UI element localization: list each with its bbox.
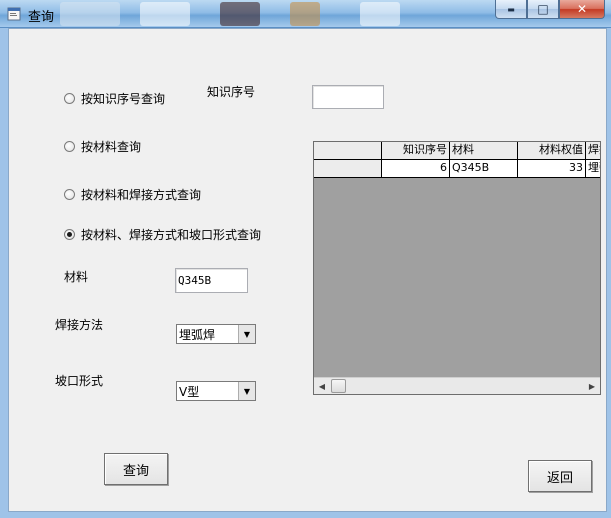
grid-header-material[interactable]: 材料 <box>450 142 518 160</box>
back-button[interactable]: 返回 <box>528 460 592 492</box>
weld-method-select[interactable]: 埋弧焊 ▼ <box>176 324 256 344</box>
chevron-down-icon[interactable]: ▼ <box>238 382 255 400</box>
grid-cell[interactable]: 6 <box>382 160 450 178</box>
radio-indicator[interactable] <box>64 229 75 240</box>
table-row[interactable]: 6 Q345B 33 埋弧 <box>314 160 600 178</box>
results-grid[interactable]: 知识序号 材料 材料权值 焊接 6 Q345B 33 埋弧 ◀ ▶ <box>313 141 601 395</box>
radio-label: 按知识序号查询 <box>81 92 166 106</box>
radio-by-material-weld-groove[interactable]: 按材料、焊接方式和坡口形式查询 <box>64 226 261 243</box>
maximize-icon: □ <box>537 2 549 16</box>
radio-by-knowledge-no[interactable]: 按知识序号查询 <box>64 90 165 107</box>
app-icon <box>7 7 21 21</box>
maximize-button[interactable]: □ <box>527 0 559 19</box>
radio-indicator[interactable] <box>64 141 75 152</box>
window-frame-left <box>0 28 8 518</box>
close-button[interactable]: ✕ <box>559 0 605 19</box>
groove-form-value: V型 <box>179 384 200 399</box>
horizontal-scrollbar[interactable]: ◀ ▶ <box>314 377 600 394</box>
close-icon: ✕ <box>576 2 588 16</box>
grid-row-header[interactable] <box>314 160 382 178</box>
material-label: 材料 <box>64 270 89 284</box>
grid-cell[interactable]: Q345B <box>450 160 518 178</box>
knowledge-no-label: 知识序号 <box>207 85 256 99</box>
radio-indicator[interactable] <box>64 189 75 200</box>
radio-label: 按材料和焊接方式查询 <box>81 188 202 202</box>
scrollbar-thumb[interactable] <box>331 379 346 393</box>
chevron-down-icon[interactable]: ▼ <box>238 325 255 343</box>
weld-method-label: 焊接方法 <box>55 318 104 332</box>
grid-header-material-weight[interactable]: 材料权值 <box>518 142 586 160</box>
radio-by-material[interactable]: 按材料查询 <box>64 138 141 155</box>
grid-header-row: 知识序号 材料 材料权值 焊接 <box>314 142 600 160</box>
knowledge-no-input[interactable] <box>312 85 384 109</box>
titlebar-decoration <box>360 2 400 26</box>
minimize-icon: ▬ <box>507 4 515 14</box>
window-title: 查询 <box>28 10 55 25</box>
groove-form-label: 坡口形式 <box>55 374 104 388</box>
window-controls: ▬ □ ✕ <box>495 0 605 20</box>
query-button[interactable]: 查询 <box>104 453 168 485</box>
titlebar-decoration <box>290 2 320 26</box>
grid-corner-cell <box>314 142 382 160</box>
scroll-right-icon[interactable]: ▶ <box>584 378 600 394</box>
weld-method-value: 埋弧焊 <box>179 327 216 342</box>
titlebar-decoration <box>140 2 190 26</box>
scroll-left-icon[interactable]: ◀ <box>314 378 330 394</box>
titlebar-decoration <box>60 2 120 26</box>
minimize-button[interactable]: ▬ <box>495 0 527 19</box>
grid-header-weld[interactable]: 焊接 <box>586 142 600 160</box>
material-input[interactable]: Q345B <box>175 268 248 293</box>
title-bar: 查询 ▬ □ ✕ <box>0 0 611 28</box>
radio-label: 按材料查询 <box>81 140 142 154</box>
grid-header-knowledge-no[interactable]: 知识序号 <box>382 142 450 160</box>
grid-cell[interactable]: 埋弧 <box>586 160 600 178</box>
grid-cell[interactable]: 33 <box>518 160 586 178</box>
groove-form-select[interactable]: V型 ▼ <box>176 381 256 401</box>
titlebar-decoration <box>220 2 260 26</box>
radio-by-material-weld[interactable]: 按材料和焊接方式查询 <box>64 186 201 203</box>
radio-indicator[interactable] <box>64 93 75 104</box>
radio-label: 按材料、焊接方式和坡口形式查询 <box>81 228 262 242</box>
